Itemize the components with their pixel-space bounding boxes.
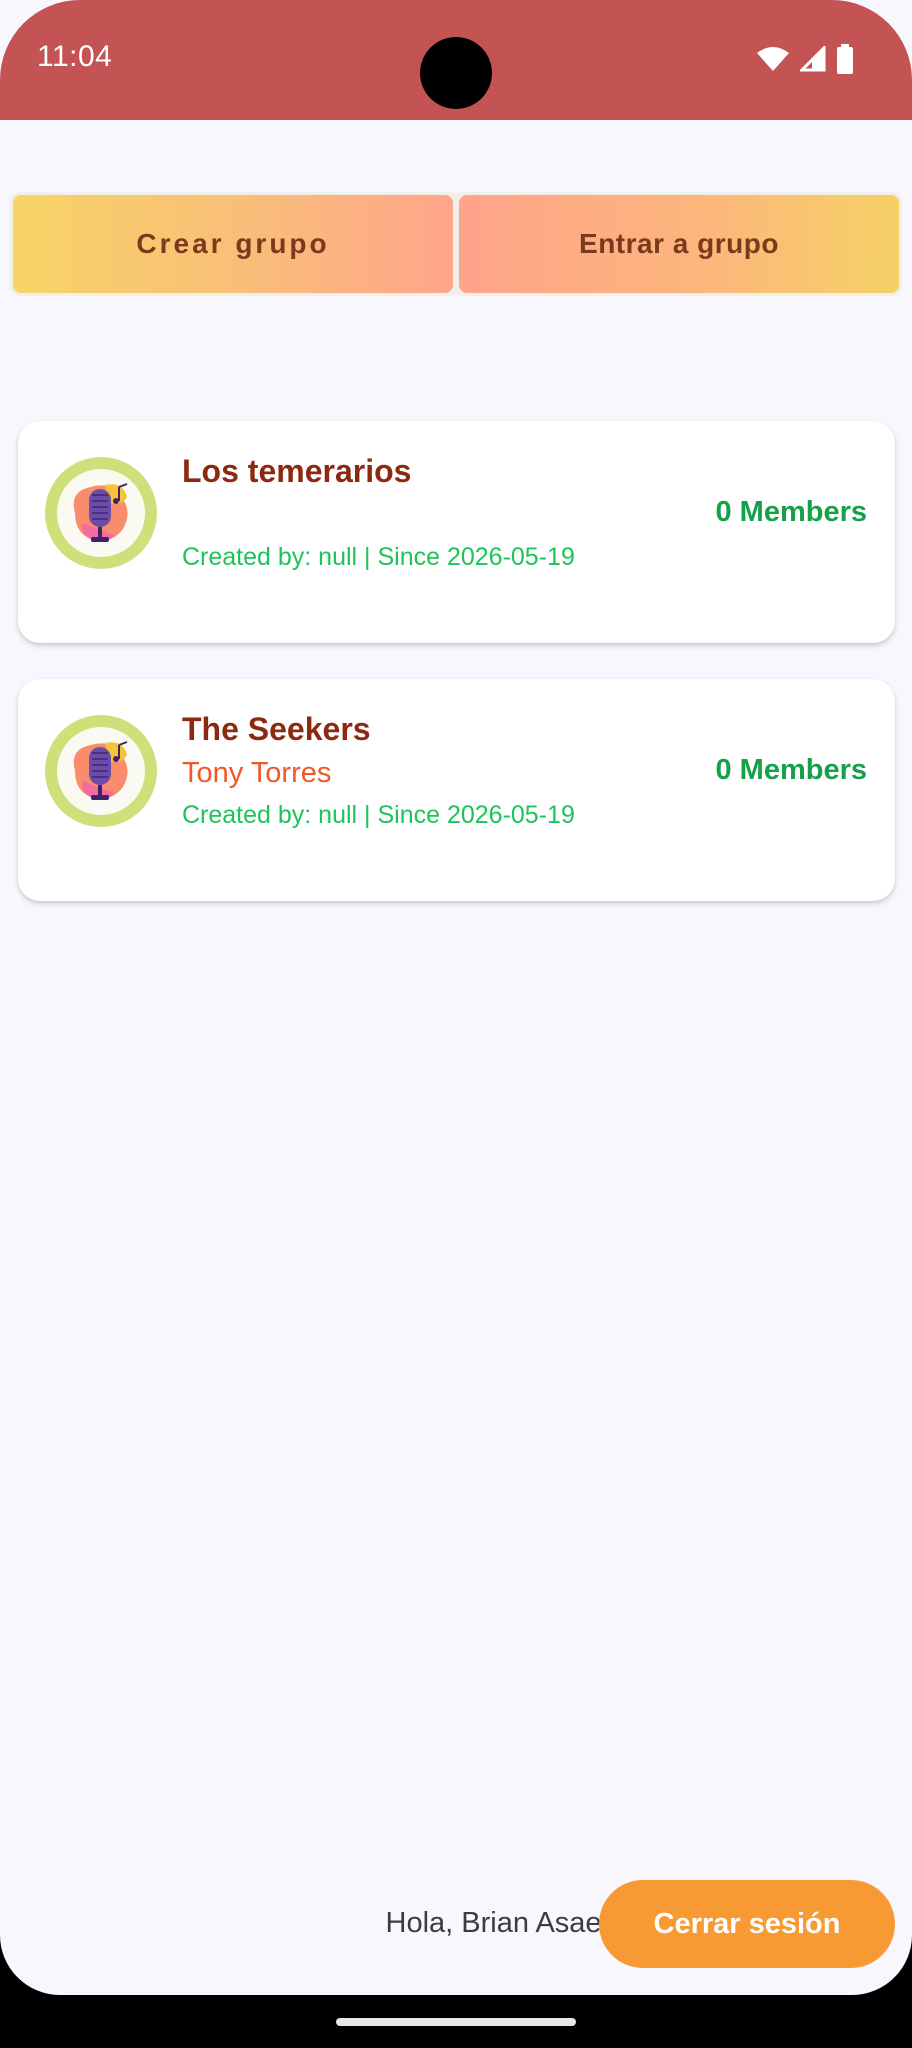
group-actions: Crear grupo Entrar a grupo: [10, 192, 902, 296]
status-bar: 11:04: [0, 0, 912, 120]
group-card[interactable]: Los temerarios Created by: null | Since …: [18, 421, 895, 643]
battery-icon: [836, 44, 854, 74]
app-window: 11:04 Crear grupo Entrar a grupo Los tem…: [0, 0, 912, 1995]
front-camera: [420, 37, 492, 109]
group-avatar: [45, 457, 157, 569]
status-time: 11:04: [37, 40, 113, 73]
user-greeting: Hola, Brian Asael: [385, 1907, 608, 1939]
microphone-icon: [73, 483, 128, 542]
member-count: 0 Members: [715, 496, 867, 528]
create-group-button[interactable]: Crear grupo: [13, 195, 453, 293]
group-name: The Seekers: [182, 711, 371, 747]
group-owner-name: Tony Torres: [182, 757, 332, 789]
group-card[interactable]: The Seekers Tony Torres Created by: null…: [18, 679, 895, 901]
join-group-button[interactable]: Entrar a grupo: [459, 195, 899, 293]
group-meta: Created by: null | Since 2026-05-19: [182, 801, 575, 829]
member-count: 0 Members: [715, 754, 867, 786]
wifi-icon: [756, 46, 790, 72]
group-name: Los temerarios: [182, 453, 412, 489]
group-avatar: [45, 715, 157, 827]
logout-button[interactable]: Cerrar sesión: [599, 1880, 895, 1968]
microphone-icon: [73, 741, 128, 800]
status-icons: [756, 44, 854, 74]
group-meta: Created by: null | Since 2026-05-19: [182, 543, 575, 571]
phone-screen: 11:04 Crear grupo Entrar a grupo Los tem…: [0, 0, 912, 2048]
home-indicator[interactable]: [336, 2018, 576, 2026]
cellular-signal-icon: [800, 46, 826, 72]
